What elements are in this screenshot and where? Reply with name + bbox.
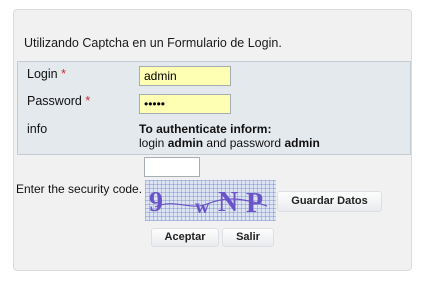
save-button[interactable]: Guardar Datos — [277, 191, 382, 212]
captcha-char-3: N — [218, 187, 238, 218]
password-input[interactable] — [139, 94, 231, 114]
captcha-char-4: P — [246, 188, 263, 219]
info-credentials: login admin and password admin — [139, 136, 320, 150]
info-label: info — [27, 122, 48, 136]
security-code-input[interactable] — [144, 157, 200, 177]
captcha-image: 9 w N P — [145, 180, 276, 221]
captcha-drawing: 9 w N P — [149, 187, 268, 219]
info-login-value: admin — [167, 136, 204, 150]
page-title: Utilizando Captcha en un Formulario de L… — [24, 36, 282, 50]
exit-button[interactable]: Salir — [222, 228, 274, 247]
login-label: Login * — [27, 67, 66, 81]
security-code-label: Enter the security code. — [16, 182, 143, 196]
login-label-text: Login — [27, 67, 58, 81]
info-heading: To authenticate inform: — [139, 122, 272, 136]
accept-button[interactable]: Aceptar — [151, 228, 219, 247]
password-label-text: Password — [27, 94, 82, 108]
password-label: Password * — [27, 94, 90, 108]
captcha-char-1: 9 — [149, 187, 163, 218]
login-form: Login * Password * info To authenticate … — [17, 61, 411, 155]
login-required-mark: * — [61, 67, 66, 81]
info-login-word: login — [139, 136, 165, 150]
login-input[interactable] — [139, 66, 231, 86]
info-password-value: admin — [284, 136, 320, 150]
info-and-password-word: and password — [206, 136, 282, 150]
captcha-char-2: w — [195, 196, 210, 218]
password-required-mark: * — [85, 94, 91, 108]
